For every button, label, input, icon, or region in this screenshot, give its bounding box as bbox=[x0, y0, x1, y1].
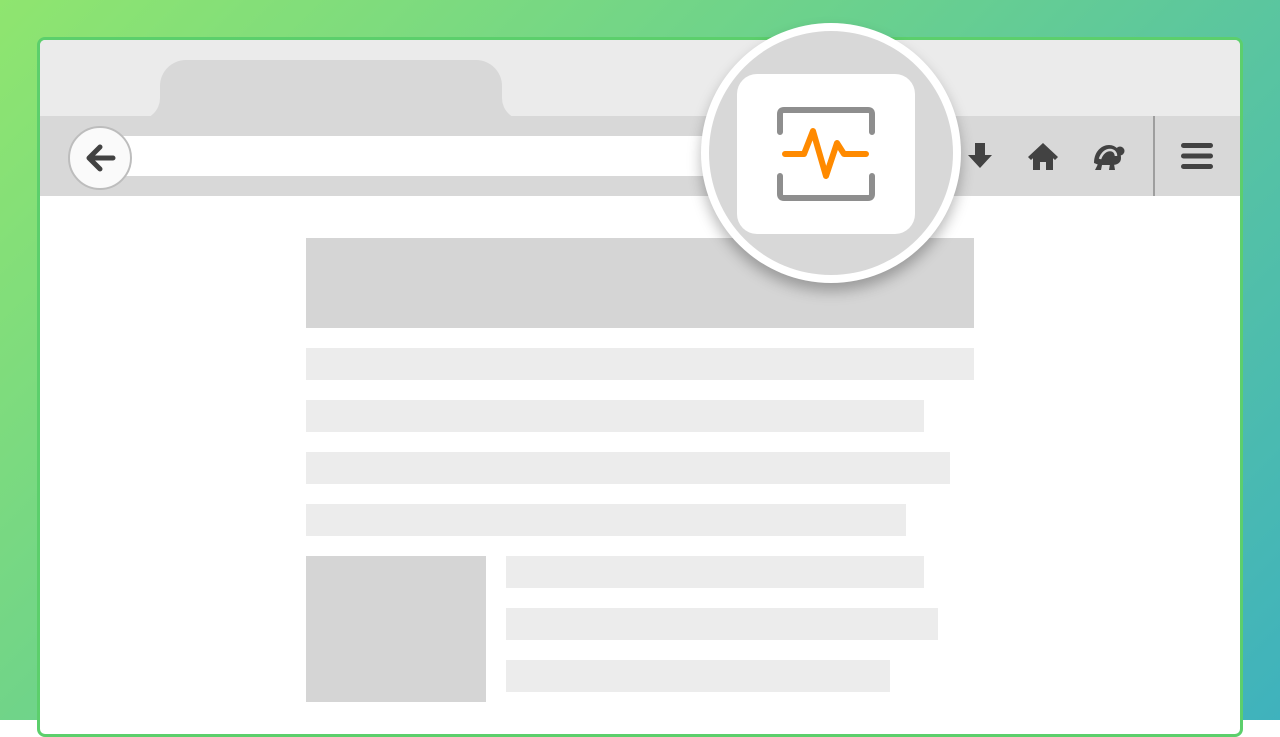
download-button[interactable] bbox=[962, 138, 998, 174]
turtle-button[interactable] bbox=[1090, 138, 1126, 174]
turtle-icon bbox=[1094, 145, 1125, 170]
content-line bbox=[306, 348, 974, 380]
menu-button[interactable] bbox=[1179, 138, 1215, 174]
arrow-left-icon bbox=[86, 144, 116, 172]
browser-tab[interactable] bbox=[138, 60, 524, 120]
magnifier-callout bbox=[701, 23, 961, 283]
content-line bbox=[306, 504, 906, 536]
navigation-toolbar bbox=[40, 116, 1240, 196]
hamburger-menu-icon bbox=[1181, 143, 1213, 169]
address-bar[interactable] bbox=[120, 136, 760, 176]
content-image-block bbox=[306, 556, 486, 702]
content-line bbox=[506, 660, 890, 692]
performance-pulse-icon bbox=[777, 107, 875, 201]
browser-window bbox=[37, 37, 1243, 737]
home-icon bbox=[1028, 143, 1058, 170]
content-line bbox=[506, 556, 924, 588]
home-button[interactable] bbox=[1025, 138, 1061, 174]
performance-button[interactable] bbox=[737, 74, 915, 234]
download-arrow-icon bbox=[968, 143, 992, 168]
content-line bbox=[306, 400, 924, 432]
magnified-toolbar bbox=[709, 31, 953, 275]
tab-strip bbox=[40, 40, 1240, 120]
back-button[interactable] bbox=[68, 126, 132, 190]
toolbar-separator bbox=[1153, 116, 1155, 196]
content-line bbox=[306, 452, 950, 484]
content-line bbox=[506, 608, 938, 640]
